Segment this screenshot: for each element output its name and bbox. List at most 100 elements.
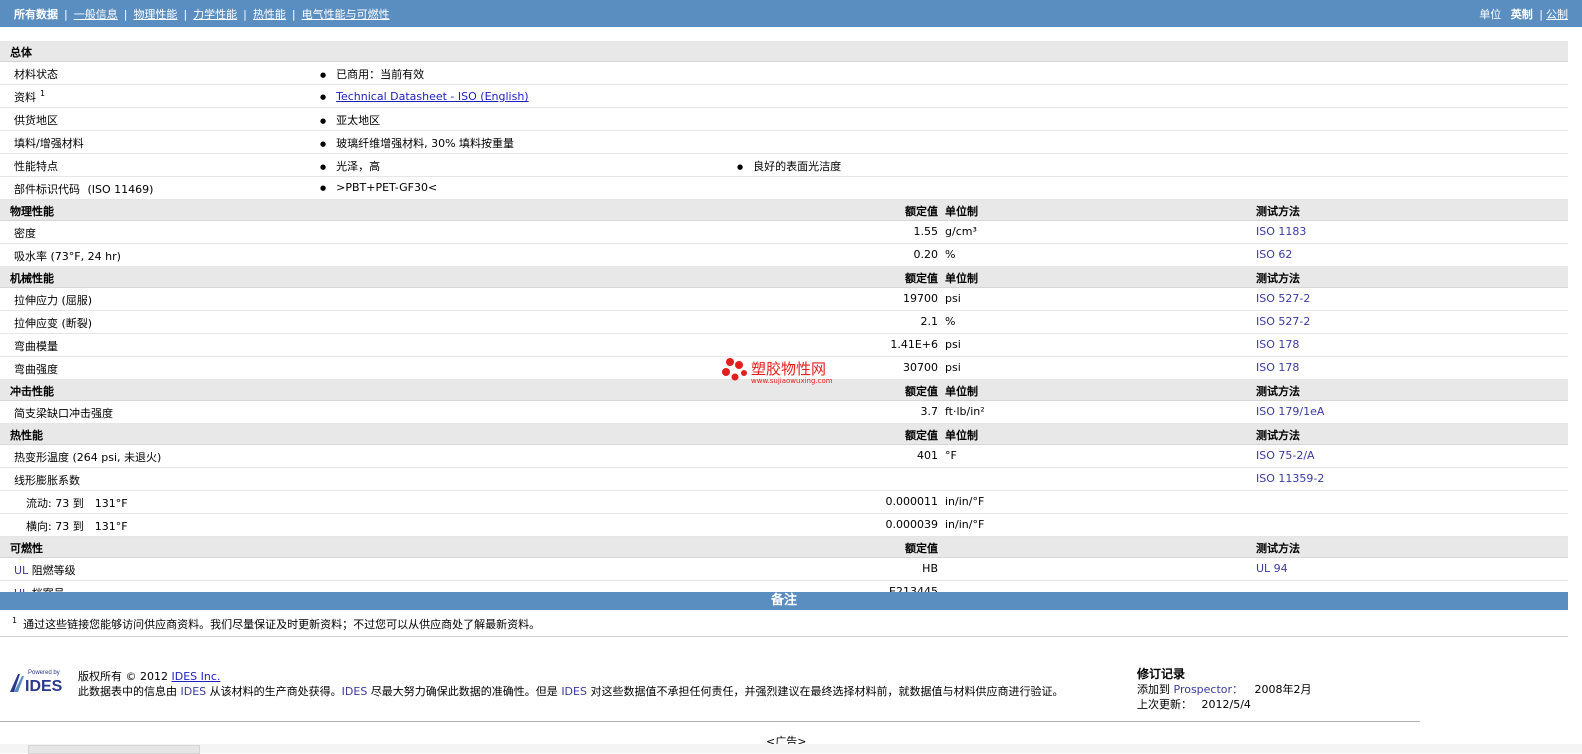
table-row: 供货地区 亚太地区 bbox=[0, 108, 1568, 131]
row-method: ISO 62 bbox=[1256, 248, 1293, 261]
row-value: HB bbox=[922, 562, 938, 575]
nav-thermal[interactable]: 热性能 bbox=[253, 8, 286, 21]
section-header-flammability: 可燃性 额定值 测试方法 bbox=[0, 537, 1568, 558]
row-value: 30700 bbox=[903, 361, 938, 374]
row-unit: ft·lb/in² bbox=[945, 405, 985, 418]
table-row: 吸水率 (73°F, 24 hr) 0.20 % ISO 62 bbox=[0, 244, 1568, 267]
revision-title: 修订记录 bbox=[1137, 667, 1186, 681]
col-method: 测试方法 bbox=[1256, 385, 1300, 398]
table-row: 弯曲模量 1.41E+6 psi ISO 178 bbox=[0, 334, 1568, 357]
section-title: 总体 bbox=[10, 46, 32, 59]
row-value-2: 良好的表面光洁度 bbox=[737, 158, 841, 174]
row-value-bullet: Technical Datasheet - ISO (English) bbox=[320, 90, 528, 103]
table-row: 拉伸应力 (屈服) 19700 psi ISO 527-2 bbox=[0, 288, 1568, 311]
row-unit: g/cm³ bbox=[945, 225, 977, 238]
table-row: 密度 1.55 g/cm³ ISO 1183 bbox=[0, 221, 1568, 244]
row-label: 填料/增强材料 bbox=[14, 137, 84, 150]
row-value: 401 bbox=[917, 449, 938, 462]
col-nominal: 额定值 bbox=[905, 272, 938, 285]
col-method: 测试方法 bbox=[1256, 429, 1300, 442]
row-method: ISO 178 bbox=[1256, 361, 1300, 374]
ides-logo: Powered by IDES bbox=[8, 668, 70, 695]
section-title: 机械性能 bbox=[10, 272, 54, 285]
table-row: 热变形温度 (264 psi, 未退火) 401 °F ISO 75-2/A bbox=[0, 445, 1568, 468]
col-unit: 单位制 bbox=[945, 429, 978, 442]
row-value: 光泽，高 bbox=[320, 158, 380, 174]
section-title: 物理性能 bbox=[10, 205, 54, 218]
row-label: 拉伸应力 (屈服) bbox=[14, 294, 93, 307]
horizontal-scrollbar[interactable] bbox=[0, 744, 1582, 754]
table-row: 简支梁缺口冲击强度 3.7 ft·lb/in² ISO 179/1eA bbox=[0, 401, 1568, 424]
watermark-url: www.sujiaowuxing.com bbox=[751, 377, 833, 385]
units-switch: 单位 英制 | 公制 bbox=[1479, 8, 1568, 21]
divider bbox=[0, 636, 1568, 637]
table-row: 资料1 Technical Datasheet - ISO (English) bbox=[0, 85, 1568, 108]
row-value: >PBT+PET-GF30< bbox=[320, 181, 437, 194]
row-unit: psi bbox=[945, 361, 961, 374]
table-row: 线形膨胀系数 ISO 11359-2 bbox=[0, 468, 1568, 491]
row-unit: % bbox=[945, 315, 956, 328]
nav-mechanical[interactable]: 力学性能 bbox=[193, 8, 237, 21]
row-label: 简支梁缺口冲击强度 bbox=[14, 407, 113, 420]
row-value: 0.000011 bbox=[885, 495, 939, 508]
row-label: 部件标识代码 (ISO 11469) bbox=[14, 183, 154, 196]
row-method: ISO 75-2/A bbox=[1256, 449, 1315, 462]
col-nominal: 额定值 bbox=[905, 429, 938, 442]
row-method: ISO 179/1eA bbox=[1256, 405, 1325, 418]
table-row: 横向: 73 到 131°F 0.000039 in/in/°F bbox=[0, 514, 1568, 537]
row-method: ISO 178 bbox=[1256, 338, 1300, 351]
col-unit: 单位制 bbox=[945, 205, 978, 218]
row-label: 弯曲强度 bbox=[14, 363, 58, 376]
footnote: 1 通过这些链接您能够访问供应商资料。我们尽量保证及时更新资料；不过您可以从供应商… bbox=[12, 616, 541, 631]
unit-metric-link[interactable]: 公制 bbox=[1546, 8, 1568, 21]
datasheet-link[interactable]: Technical Datasheet - ISO (English) bbox=[336, 90, 528, 103]
row-method: ISO 527-2 bbox=[1256, 292, 1311, 305]
row-label: 热变形温度 (264 psi, 未退火) bbox=[14, 451, 162, 464]
col-unit: 单位制 bbox=[945, 272, 978, 285]
table-row: 性能特点 光泽，高 良好的表面光洁度 bbox=[0, 154, 1568, 177]
row-label: 线形膨胀系数 bbox=[14, 474, 80, 487]
row-label: 密度 bbox=[14, 227, 36, 240]
row-value: 亚太地区 bbox=[320, 112, 380, 128]
row-unit: % bbox=[945, 248, 956, 261]
row-value: 玻璃纤维增强材料, 30% 填料按重量 bbox=[320, 135, 514, 151]
section-nav: 所有数据 | 一般信息 | 物理性能 | 力学性能 | 热性能 | 电气性能与可燃性 bbox=[14, 8, 390, 21]
section-header-physical: 物理性能 额定值 单位制 测试方法 bbox=[0, 200, 1568, 221]
row-label: 材料状态 bbox=[14, 68, 58, 81]
row-value: 19700 bbox=[903, 292, 938, 305]
nav-electrical-flammability[interactable]: 电气性能与可燃性 bbox=[302, 8, 390, 21]
table-row: UL 阻燃等级 HB UL 94 bbox=[0, 558, 1568, 581]
copyright: 版权所有 © 2012 bbox=[78, 670, 168, 683]
unit-english: 英制 bbox=[1510, 8, 1533, 21]
row-value: 2.1 bbox=[920, 315, 939, 328]
row-method: ISO 527-2 bbox=[1256, 315, 1311, 328]
col-method: 测试方法 bbox=[1256, 542, 1300, 555]
row-method: UL 94 bbox=[1256, 562, 1288, 575]
col-nominal: 额定值 bbox=[905, 385, 938, 398]
notes-header: 备注 bbox=[0, 592, 1568, 610]
ides-link[interactable]: IDES Inc. bbox=[172, 670, 221, 683]
units-label: 单位 bbox=[1479, 8, 1502, 21]
row-unit: psi bbox=[945, 338, 961, 351]
nav-physical[interactable]: 物理性能 bbox=[133, 8, 177, 21]
row-value: 3.7 bbox=[920, 405, 939, 418]
row-label: 性能特点 bbox=[14, 160, 58, 173]
row-unit: °F bbox=[945, 449, 957, 462]
table-row: 部件标识代码 (ISO 11469) >PBT+PET-GF30< bbox=[0, 177, 1568, 200]
section-title: 冲击性能 bbox=[10, 385, 54, 398]
row-unit: in/in/°F bbox=[945, 495, 985, 508]
ides-logo-icon: Powered by IDES bbox=[10, 670, 63, 695]
nav-general-info[interactable]: 一般信息 bbox=[74, 8, 118, 21]
table-row: 拉伸应变 (断裂) 2.1 % ISO 527-2 bbox=[0, 311, 1568, 334]
section-title: 热性能 bbox=[10, 429, 43, 442]
row-unit: in/in/°F bbox=[945, 518, 985, 531]
row-label: 资料 1 bbox=[14, 89, 46, 104]
col-unit: 单位制 bbox=[945, 385, 978, 398]
datasheet-table: 总体 材料状态 已商用：当前有效 资料1 Technical Datasheet… bbox=[0, 41, 1568, 604]
table-row: 材料状态 已商用：当前有效 bbox=[0, 62, 1568, 85]
section-header-thermal: 热性能 额定值 单位制 测试方法 bbox=[0, 424, 1568, 445]
row-value: 1.55 bbox=[913, 225, 939, 238]
row-label: 弯曲模量 bbox=[14, 340, 58, 353]
row-label: 流动: 73 到 131°F bbox=[26, 497, 128, 510]
nav-all-data[interactable]: 所有数据 bbox=[14, 8, 58, 21]
